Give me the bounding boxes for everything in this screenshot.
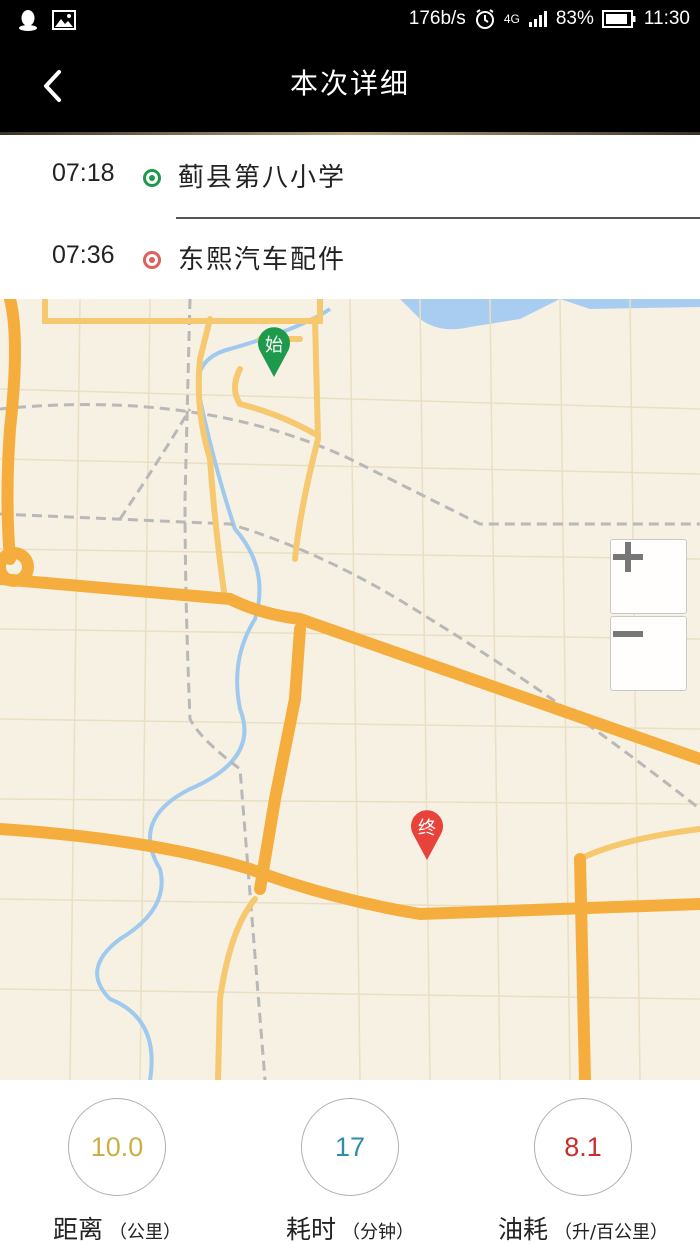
minus-icon — [613, 631, 643, 637]
fuel-label-row: 油耗 （升/百公里） — [483, 1210, 683, 1244]
zoom-out-button[interactable] — [610, 616, 687, 691]
duration-stat: 17 耗时 （分钟） — [250, 1098, 450, 1244]
status-bar: 176b/s 4G 83% 11:30 — [0, 0, 700, 42]
image-icon — [52, 10, 76, 30]
signal-type: 4G — [503, 12, 520, 26]
start-point-icon — [143, 169, 161, 187]
battery-percent: 83% — [555, 8, 594, 29]
duration-label-row: 耗时 （分钟） — [250, 1210, 450, 1244]
fuel-stat: 8.1 油耗 （升/百公里） — [483, 1098, 683, 1244]
end-time: 07:36 — [52, 241, 115, 269]
end-point-icon — [143, 251, 161, 269]
qq-icon — [19, 10, 37, 31]
route-map[interactable]: 始 终 — [0, 299, 700, 1080]
fuel-unit: （升/百公里） — [553, 1222, 669, 1243]
start-marker-label: 始 — [265, 335, 283, 356]
distance-stat: 10.0 距离 （公里） — [17, 1098, 217, 1244]
signal-icon — [528, 11, 547, 27]
status-left-icons — [18, 9, 76, 31]
route-start-row: 07:18 蓟县第八小学 — [0, 137, 700, 219]
distance-label-row: 距离 （公里） — [17, 1210, 217, 1244]
fuel-label: 油耗 — [497, 1215, 548, 1244]
status-right: 176b/s 4G 83% 11:30 — [409, 8, 690, 30]
duration-value: 17 — [301, 1098, 399, 1196]
battery-icon — [601, 10, 636, 28]
start-time: 07:18 — [52, 159, 115, 187]
distance-unit: （公里） — [109, 1222, 181, 1243]
clock: 11:30 — [643, 8, 690, 29]
end-marker-label: 终 — [418, 818, 436, 839]
route-end-row: 07:36 东熙汽车配件 — [0, 219, 700, 299]
duration-unit: （分钟） — [342, 1222, 414, 1243]
distance-value: 10.0 — [68, 1098, 166, 1196]
map-canvas — [0, 299, 700, 1080]
route-summary: 07:18 蓟县第八小学 07:36 东熙汽车配件 — [0, 135, 700, 299]
page-title: 本次详细 — [289, 67, 410, 100]
trip-stats: 10.0 距离 （公里） 17 耗时 （分钟） 8.1 油耗 （升/百公里） — [0, 1080, 700, 1244]
end-place: 东熙汽车配件 — [178, 245, 347, 275]
chevron-left-icon — [44, 70, 61, 102]
distance-label: 距离 — [52, 1215, 103, 1244]
network-speed: 176b/s — [408, 8, 466, 29]
title-bar: 本次详细 — [0, 42, 700, 132]
plus-icon — [613, 542, 643, 572]
start-place: 蓟县第八小学 — [178, 163, 347, 193]
zoom-in-button[interactable] — [610, 539, 687, 614]
start-marker[interactable]: 始 — [257, 327, 291, 377]
back-button[interactable] — [30, 64, 74, 108]
duration-label: 耗时 — [285, 1215, 336, 1244]
end-marker[interactable]: 终 — [410, 810, 444, 860]
fuel-value: 8.1 — [534, 1098, 632, 1196]
alarm-icon — [475, 9, 494, 29]
